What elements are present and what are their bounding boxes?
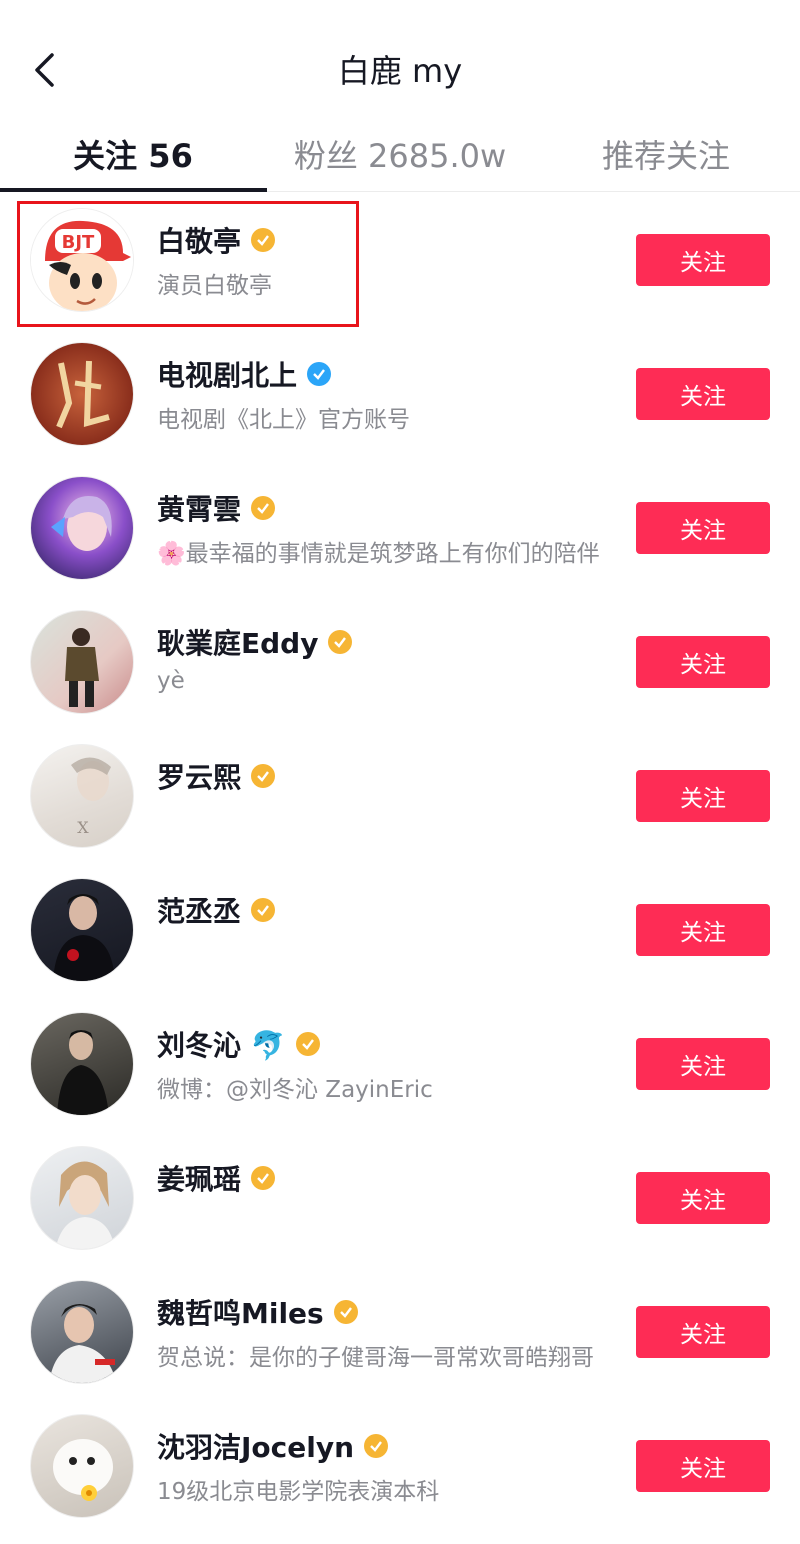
follow-button[interactable]: 关注 [636,1038,770,1090]
user-name[interactable]: 耿業庭Eddy [157,622,318,662]
list-item[interactable]: 电视剧北上 电视剧《北上》官方账号 关注 [0,326,800,460]
follow-button[interactable]: 关注 [636,234,770,286]
user-name[interactable]: 罗云熙 [157,756,241,796]
user-name[interactable]: 电视剧北上 [157,354,297,394]
verified-badge-icon [364,1434,389,1458]
name-line: 电视剧北上 [157,354,332,394]
tab-following[interactable]: 关注 56 [0,118,266,190]
tab-bar: 关注 56 粉丝 2685.0w 推荐关注 [0,118,800,192]
profile-photo-image [49,1304,117,1383]
page-title: 白鹿 my [337,52,463,90]
user-name[interactable]: 范丞丞 [157,890,241,930]
avatar[interactable] [30,342,134,446]
verified-badge-icon [251,764,276,788]
name-line: 黄霄雲 [157,488,276,528]
profile-photo-image [53,894,115,981]
name-line: 刘冬沁 🐬 [157,1026,320,1062]
user-description: 电视剧《北上》官方账号 [157,407,410,433]
verified-badge-icon [307,362,332,386]
list-item[interactable]: X 罗云熙 关注 [0,728,800,862]
profile-photo-image: X [71,757,111,837]
user-name[interactable]: 黄霄雲 [157,488,241,528]
user-description: 19级北京电影学院表演本科 [157,1479,440,1505]
avatar[interactable] [30,610,134,714]
user-name[interactable]: 魏哲鸣Miles [157,1292,324,1332]
svg-text:X: X [77,818,89,837]
verified-badge-icon [251,496,276,520]
name-line: 姜珮瑶 [157,1158,276,1198]
list-item[interactable]: 刘冬沁 🐬 微博：@刘冬沁 ZayinEric 关注 [0,996,800,1130]
avatar[interactable] [30,878,134,982]
user-description: 贺总说：是你的子健哥海一哥常欢哥皓翔哥 [157,1345,594,1371]
user-description: yè [157,668,185,694]
list-item[interactable]: 耿業庭Eddy yè 关注 [0,594,800,728]
user-name[interactable]: 沈羽洁Jocelyn [157,1426,354,1466]
user-name[interactable]: 姜珮瑶 [157,1158,241,1198]
user-description: 微博：@刘冬沁 ZayinEric [157,1077,433,1103]
user-description: 🌸最幸福的事情就是筑梦路上有你们的陪伴 [157,541,600,567]
avatar[interactable]: X [30,744,134,848]
verified-badge-icon [328,630,353,654]
follow-button[interactable]: 关注 [636,1306,770,1358]
name-line: 耿業庭Eddy [157,622,353,662]
list-item[interactable]: 魏哲鸣Miles 贺总说：是你的子健哥海一哥常欢哥皓翔哥 关注 [0,1264,800,1398]
list-item[interactable]: 姜珮瑶 关注 [0,1130,800,1264]
verified-badge-icon [295,1032,320,1056]
verified-badge-icon [333,1300,358,1324]
user-name[interactable]: 刘冬沁 🐬 [157,1024,286,1064]
name-line: 魏哲鸣Miles [157,1294,358,1330]
name-line: 沈羽洁Jocelyn [157,1426,389,1466]
follow-button[interactable]: 关注 [636,636,770,688]
avatar[interactable] [30,1280,134,1384]
verified-badge-icon [251,1166,276,1190]
follow-button[interactable]: 关注 [636,1440,770,1492]
follow-button[interactable]: 关注 [636,770,770,822]
name-line: 范丞丞 [157,890,276,930]
avatar[interactable] [30,1414,134,1518]
list-item[interactable]: 黄霄雲 🌸最幸福的事情就是筑梦路上有你们的陪伴 关注 [0,460,800,594]
puppy-photo-image [53,1439,113,1501]
profile-photo-image [57,1030,109,1115]
follow-button[interactable]: 关注 [636,904,770,956]
follow-button[interactable]: 关注 [636,502,770,554]
avatar[interactable] [30,476,134,580]
highlight-box [17,201,359,327]
follow-button[interactable]: 关注 [636,368,770,420]
profile-photo-image [65,628,99,707]
avatar[interactable] [30,1146,134,1250]
tab-fans[interactable]: 粉丝 2685.0w [267,118,533,190]
list-item[interactable]: 沈羽洁Jocelyn 19级北京电影学院表演本科 关注 [0,1398,800,1532]
verified-badge-icon [251,898,276,922]
drama-poster-image [56,360,110,429]
avatar[interactable] [30,1012,134,1116]
name-line: 罗云熙 [157,756,276,796]
follow-button[interactable]: 关注 [636,1172,770,1224]
profile-photo-image [51,495,112,551]
list-item[interactable]: 范丞丞 关注 [0,862,800,996]
tab-recommended[interactable]: 推荐关注 [533,118,799,190]
profile-photo-image [55,1161,115,1249]
